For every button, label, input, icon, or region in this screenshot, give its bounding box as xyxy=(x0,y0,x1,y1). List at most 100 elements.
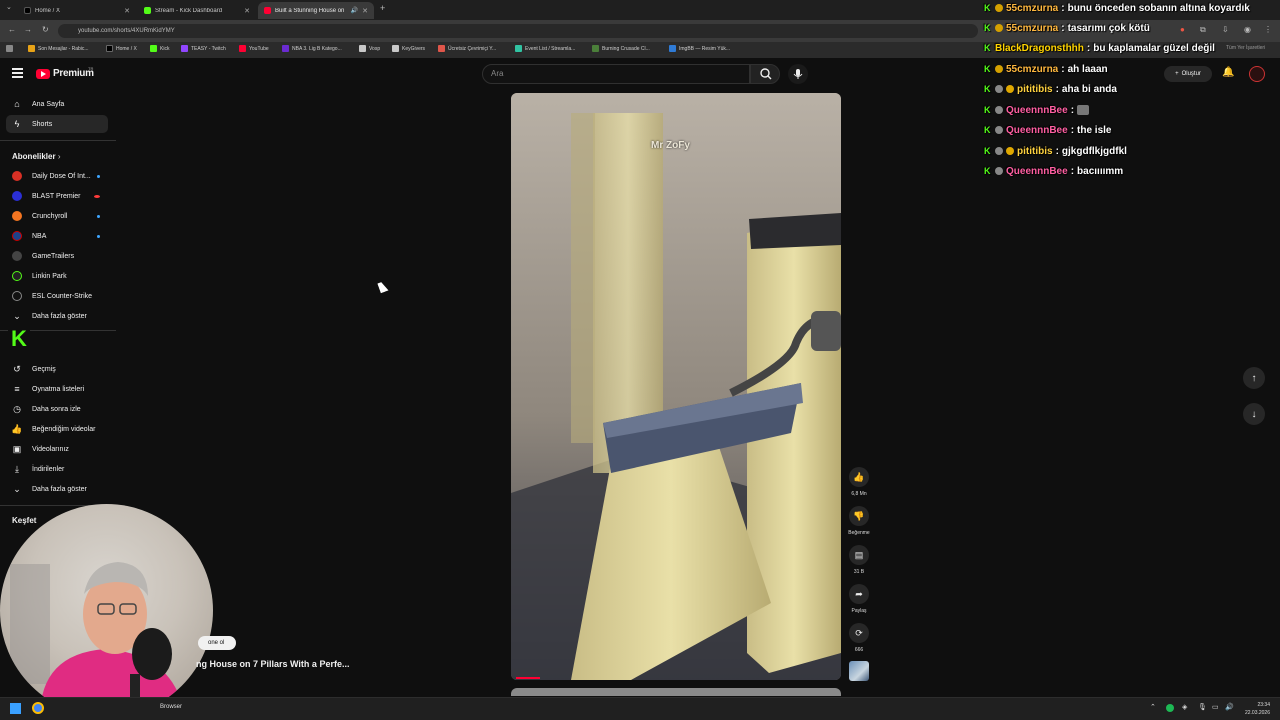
bookmark-label: NBA 3. Lig B Katego... xyxy=(292,45,342,52)
sidebar-item-home[interactable]: ⌂ Ana Sayfa xyxy=(6,95,108,113)
chat-username: QueennnBee xyxy=(1006,104,1068,116)
menu-icon[interactable]: ⋮ xyxy=(1264,25,1272,34)
sidebar-item-label: Daha fazla göster xyxy=(32,312,87,320)
apps-icon[interactable] xyxy=(6,45,13,52)
mod-badge-icon xyxy=(995,126,1003,134)
sidebar-item-watch-later[interactable]: ◷ Daha sonra izle xyxy=(6,400,108,418)
kick-icon: K xyxy=(984,104,991,115)
extension-icon[interactable]: ● xyxy=(1180,25,1185,34)
url-input[interactable]: youtube.com/shorts/4XURmKidYMY xyxy=(58,24,978,38)
video-progress-bar[interactable] xyxy=(516,677,540,679)
reload-icon[interactable]: ↻ xyxy=(42,25,49,34)
bookmark-item[interactable]: Burning Crusade Cl... xyxy=(592,45,650,52)
bookmark-item[interactable]: Kick xyxy=(150,45,169,52)
mod-badge-icon xyxy=(995,167,1003,175)
comments-button[interactable]: ▤ 31 B xyxy=(846,545,872,575)
chat-text: the isle xyxy=(1077,124,1112,136)
voice-search-button[interactable] xyxy=(788,64,808,84)
new-tab-button[interactable]: + xyxy=(380,3,385,13)
bookmark-item[interactable]: NBA 3. Lig B Katego... xyxy=(282,45,342,52)
hamburger-menu-icon[interactable] xyxy=(12,68,23,78)
bookmark-item[interactable]: KeyGivers xyxy=(392,45,425,52)
sidebar-item-downloads[interactable]: ⤓ İndirilenler xyxy=(6,460,108,478)
chrome-icon[interactable] xyxy=(32,702,44,714)
tab-list-icon[interactable]: ⌄ xyxy=(6,3,12,11)
tab-kick-dashboard[interactable]: Stream - Kick Dashboard ✕ xyxy=(138,2,256,19)
previous-short-button[interactable]: ↑ xyxy=(1243,367,1265,389)
tab-home-x[interactable]: Home / X ✕ xyxy=(18,2,136,19)
bookmark-item[interactable]: Ücretsiz Çevrimiçi Y... xyxy=(438,45,496,52)
bookmark-favicon xyxy=(239,45,246,52)
speaker-icon[interactable]: 🔊 xyxy=(351,7,358,14)
sidebar-sub-blast[interactable]: BLAST Premier xyxy=(6,187,108,205)
tab-youtube-short[interactable]: Built a Stunning House on 🔊 ✕ xyxy=(258,2,374,19)
sidebar-item-label: BLAST Premier xyxy=(32,192,81,200)
sound-thumbnail[interactable] xyxy=(849,661,869,681)
thumbs-up-icon: 👍 xyxy=(849,467,869,487)
join-button[interactable]: one ol xyxy=(198,636,236,650)
dislike-label: Beğenme xyxy=(848,530,870,536)
sidebar-item-label: İndirilenler xyxy=(32,465,65,473)
search-input[interactable]: Ara xyxy=(482,64,750,84)
sidebar-item-your-videos[interactable]: ▣ Videolarınız xyxy=(6,440,108,458)
close-icon[interactable]: ✕ xyxy=(362,7,368,15)
bookmark-item[interactable]: Vosp xyxy=(359,45,380,52)
folder-icon xyxy=(359,45,366,52)
bookmark-item[interactable]: Son Mesajlar - Rabic... xyxy=(28,45,89,52)
remix-button[interactable]: ⟳ 666 xyxy=(846,623,872,653)
sidebar-item-liked-videos[interactable]: 👍 Beğendiğim videolar xyxy=(6,420,108,438)
youtube-logo[interactable]: Premium TR xyxy=(36,66,94,79)
video-title[interactable]: ng House on 7 Pillars With a Perfe... xyxy=(196,659,349,669)
share-button[interactable]: ➦ Paylaş xyxy=(846,584,872,614)
windows-start-icon[interactable] xyxy=(10,703,21,714)
sidebar-item-playlists[interactable]: ≡ Oynatma listeleri xyxy=(6,380,108,398)
kick-icon: K xyxy=(984,22,991,33)
network-icon[interactable]: ▭ xyxy=(1212,703,1219,711)
shorts-video-player[interactable] xyxy=(511,93,841,680)
create-button[interactable]: + Oluştur xyxy=(1164,66,1212,82)
back-icon[interactable]: ← xyxy=(8,25,16,34)
next-short-preview[interactable] xyxy=(511,688,841,696)
microphone-icon xyxy=(793,69,803,79)
tray-icon[interactable]: ◈ xyxy=(1182,703,1187,711)
account-avatar[interactable] xyxy=(1249,66,1265,82)
bookmark-item[interactable]: ImgBB — Resim Yük... xyxy=(669,45,730,52)
bookmark-label: Ücretsiz Çevrimiçi Y... xyxy=(448,45,497,52)
sidebar-sub-daily-dose[interactable]: Daily Dose Of Int... xyxy=(6,167,108,185)
sidebar-item-history[interactable]: ↺ Geçmiş xyxy=(6,360,108,378)
show-more-subscriptions[interactable]: ⌄ Daha fazla göster xyxy=(6,307,108,325)
spotify-icon[interactable] xyxy=(1166,704,1174,712)
all-bookmarks[interactable]: Tüm Yer İşaretleri xyxy=(1226,45,1265,51)
sidebar-sub-esl[interactable]: ESL Counter-Strike xyxy=(6,287,108,305)
bookmark-item[interactable]: YouTube xyxy=(239,45,269,52)
chat-username: 55cmzurna xyxy=(1006,63,1059,75)
notifications-bell-icon[interactable]: 🔔 xyxy=(1222,67,1234,78)
close-icon[interactable]: ✕ xyxy=(244,7,250,15)
forward-icon[interactable]: → xyxy=(24,25,32,34)
sidebar-sub-linkin-park[interactable]: Linkin Park xyxy=(6,267,108,285)
bookmark-item[interactable]: TEASY - Twitch xyxy=(181,45,226,52)
sidebar-sub-gametrailers[interactable]: GameTrailers xyxy=(6,247,108,265)
profile-icon[interactable]: ◉ xyxy=(1244,25,1251,34)
search-button[interactable] xyxy=(750,64,780,84)
taskbar-app-label[interactable]: Browser xyxy=(160,704,182,710)
sidebar-item-shorts[interactable]: ϟ Shorts xyxy=(6,115,108,133)
microphone-icon[interactable]: 🎙 xyxy=(1198,703,1207,711)
bookmark-item[interactable]: Event List / Streamla... xyxy=(515,45,575,52)
system-clock[interactable]: 23:34 22.03.2026 xyxy=(1245,701,1270,717)
next-short-button[interactable]: ↓ xyxy=(1243,403,1265,425)
dislike-button[interactable]: 👎 Beğenme xyxy=(846,506,872,536)
show-more-you[interactable]: ⌄ Daha fazla göster xyxy=(6,480,108,498)
chat-message: K pititibis: gjkgdflkjgdfkl xyxy=(984,145,1127,157)
volume-icon[interactable]: 🔊 xyxy=(1225,703,1234,711)
downloads-icon[interactable]: ⇩ xyxy=(1222,25,1229,34)
extensions-icon[interactable]: ⧉ xyxy=(1200,25,1206,35)
close-icon[interactable]: ✕ xyxy=(124,7,130,15)
sidebar-sub-crunchyroll[interactable]: Crunchyroll xyxy=(6,207,108,225)
like-button[interactable]: 👍 6,8 Mn xyxy=(846,467,872,497)
tray-chevron-icon[interactable]: ⌃ xyxy=(1150,703,1156,711)
bookmark-item[interactable]: Home / X xyxy=(106,45,137,52)
subscriptions-heading[interactable]: Abonelikler › xyxy=(12,152,60,161)
chat-username: pititibis xyxy=(1017,145,1053,157)
sidebar-sub-nba[interactable]: NBA xyxy=(6,227,108,245)
